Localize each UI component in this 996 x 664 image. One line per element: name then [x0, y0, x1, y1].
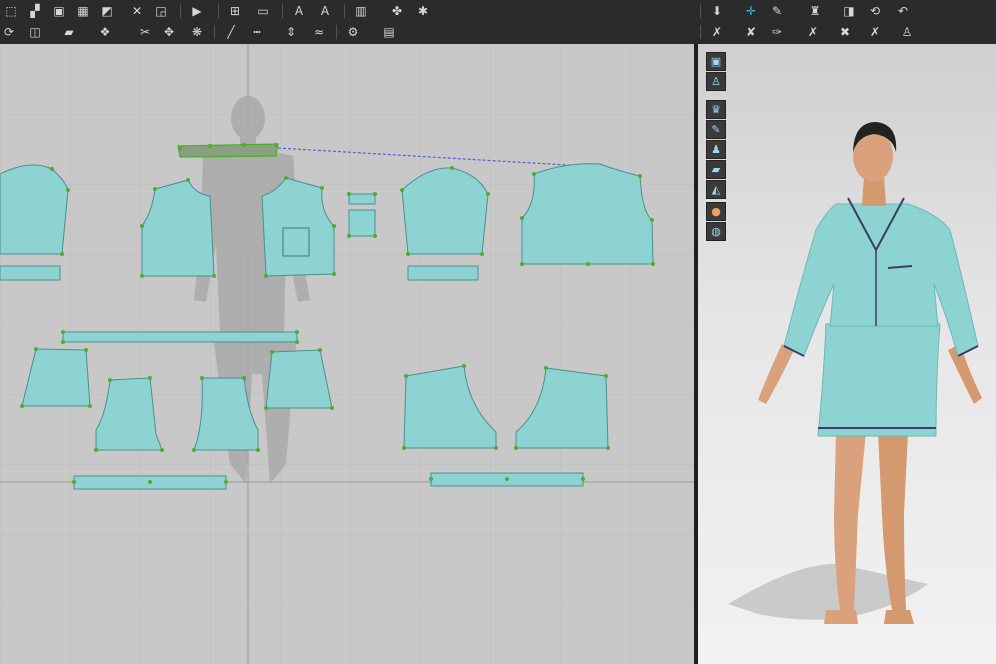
tack-icon[interactable]: ✗: [708, 24, 726, 40]
notch-icon[interactable]: ▥: [352, 3, 370, 19]
move-icon[interactable]: ▞: [26, 3, 44, 19]
measure-tape-icon[interactable]: ⇕: [282, 24, 300, 40]
strengthen-icon[interactable]: ✑: [768, 24, 786, 40]
avatar-3d-window[interactable]: ▣ ♙ ♛ ✎ ♟ ▰ ◭ ● ◍: [698, 44, 996, 664]
shirt-view-icon[interactable]: ♙: [706, 72, 726, 91]
font-icon[interactable]: A: [316, 3, 334, 19]
simulate-icon[interactable]: ▤: [380, 24, 398, 40]
trace-icon[interactable]: ◲: [152, 3, 170, 19]
grid-icon[interactable]: ▦: [74, 3, 92, 19]
paint-icon[interactable]: ✎: [706, 120, 726, 139]
undo-icon[interactable]: ↶: [894, 3, 912, 19]
render-icon[interactable]: ◭: [706, 180, 726, 199]
pattern-piece-cuff-right[interactable]: [407, 265, 479, 281]
fabric-icon[interactable]: ✥: [160, 24, 178, 40]
rotate-piece-icon[interactable]: ◫: [26, 24, 44, 40]
brush-icon[interactable]: ✤: [388, 3, 406, 19]
view-icon[interactable]: ▣: [706, 52, 726, 71]
pattern-canvas[interactable]: [0, 44, 694, 664]
pattern-piece-sleeve-left[interactable]: [0, 164, 69, 255]
fold-arrange-icon[interactable]: ✘: [742, 24, 760, 40]
pattern-piece-back[interactable]: [521, 163, 654, 265]
wrap-icon[interactable]: ⟳: [0, 24, 18, 40]
avatar-arm-left: [758, 344, 794, 404]
avatar-display-icon[interactable]: ♟: [706, 140, 726, 159]
toolbar-row-1: ⬚ ▞ ▣ ▦ ◩ ✕ ◲ ▶ ⊞ ▭ A A ▥ ✤ ✱ ⬇ ✛ ✎ ♜ ◨ …: [0, 1, 996, 21]
avatar-foot-right: [884, 610, 914, 624]
piece-icon[interactable]: ❖: [96, 24, 114, 40]
fabric-view-icon[interactable]: ♛: [706, 100, 726, 119]
cut-garment-icon[interactable]: ✗: [804, 24, 822, 40]
pattern-piece-facing-small[interactable]: [348, 193, 376, 205]
globe-icon[interactable]: ◍: [706, 222, 726, 241]
shirt-avatar-icon[interactable]: ♙: [898, 24, 916, 40]
text-icon[interactable]: A: [290, 3, 308, 19]
avatar-icon[interactable]: ≈: [310, 24, 328, 40]
layer-icon[interactable]: ◨: [840, 3, 858, 19]
pattern-piece-sleeve-right[interactable]: [401, 167, 489, 255]
ruler-icon[interactable]: ⊞: [226, 3, 244, 19]
pin-icon[interactable]: ✎: [768, 3, 786, 19]
skin-icon[interactable]: ●: [706, 202, 726, 221]
shirt-icon[interactable]: ▰: [60, 24, 78, 40]
avatar-shorts: [817, 323, 941, 437]
pattern-2d-window[interactable]: [0, 44, 694, 664]
sew-avatar-icon[interactable]: ✖: [836, 24, 854, 40]
texture-icon[interactable]: ▰: [706, 160, 726, 179]
sew-icon[interactable]: ✂: [136, 24, 154, 40]
pattern-piece-waistband[interactable]: [62, 331, 298, 343]
edit-point-icon[interactable]: ◩: [98, 3, 116, 19]
pattern-piece-shorts-front-right[interactable]: [265, 349, 333, 409]
pattern-piece-pocket[interactable]: [348, 209, 376, 237]
avatar-3d-canvas[interactable]: [698, 44, 996, 664]
dash-line-icon[interactable]: ┅: [248, 24, 266, 40]
segment-line-icon[interactable]: ╱: [222, 24, 240, 40]
pattern-piece-collar-band[interactable]: [177, 143, 279, 158]
fold-icon[interactable]: ▶: [188, 3, 206, 19]
stitch-icon[interactable]: ✗: [866, 24, 884, 40]
toolbar-row-2: ⟳ ◫ ▰ ❖ ✂ ✥ ❋ ╱ ┅ ⇕ ≈ ⚙ ▤ ✗ ✘ ✑ ✗ ✖ ✗ ♙: [0, 22, 996, 42]
arrow-down-icon[interactable]: ⬇: [708, 3, 726, 19]
bug-icon[interactable]: ✱: [414, 3, 432, 19]
avatar-foot-left: [824, 610, 858, 624]
main-toolbar: ⬚ ▞ ▣ ▦ ◩ ✕ ◲ ▶ ⊞ ▭ A A ▥ ✤ ✱ ⬇ ✛ ✎ ♜ ◨ …: [0, 0, 996, 45]
pattern-piece-cuff-left[interactable]: [0, 265, 61, 281]
image-icon[interactable]: ▣: [50, 3, 68, 19]
cut-icon[interactable]: ✕: [128, 3, 146, 19]
add-point-icon[interactable]: ✛: [742, 3, 760, 19]
select-icon[interactable]: ⬚: [2, 3, 20, 19]
seam-allowance-icon[interactable]: ❋: [188, 24, 206, 40]
measure-icon[interactable]: ▭: [254, 3, 272, 19]
garment-icon[interactable]: ♜: [806, 3, 824, 19]
table-icon[interactable]: ⚙: [344, 24, 362, 40]
rotate-icon[interactable]: ⟲: [866, 3, 884, 19]
